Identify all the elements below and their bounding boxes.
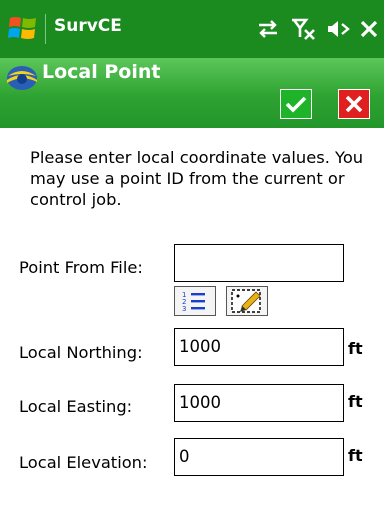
windows-logo-icon[interactable]	[8, 13, 38, 43]
local-easting-label: Local Easting:	[19, 397, 133, 416]
point-list-button[interactable]: 1 2 3	[174, 286, 216, 316]
status-separator	[45, 14, 46, 44]
status-bar: SurvCE	[0, 0, 384, 58]
local-elevation-unit: ft	[348, 446, 363, 465]
cancel-button[interactable]	[338, 89, 370, 119]
point-from-file-label: Point From File:	[19, 258, 143, 277]
dialog-title: Local Point	[42, 61, 161, 83]
sync-arrows-icon[interactable]	[256, 18, 280, 40]
no-signal-icon[interactable]	[290, 17, 316, 41]
map-pick-icon	[231, 289, 261, 313]
map-pick-button[interactable]	[226, 286, 268, 316]
local-northing-input[interactable]: 1000	[174, 328, 344, 366]
volume-muted-icon[interactable]	[326, 18, 350, 40]
close-icon[interactable]	[360, 20, 378, 38]
app-title[interactable]: SurvCE	[54, 16, 122, 36]
checkmark-icon	[285, 96, 307, 113]
x-icon	[345, 95, 363, 113]
local-northing-label: Local Northing:	[19, 343, 143, 362]
dialog-header: Local Point	[0, 58, 384, 128]
survey-app-icon	[7, 66, 37, 90]
local-easting-unit: ft	[348, 392, 363, 411]
local-easting-input[interactable]: 1000	[174, 384, 344, 422]
local-elevation-label: Local Elevation:	[19, 453, 148, 472]
svg-text:3: 3	[182, 305, 186, 313]
ok-button[interactable]	[280, 89, 312, 119]
instructions-text: Please enter local coordinate values. Yo…	[30, 148, 364, 209]
point-from-file-input[interactable]	[174, 244, 344, 282]
local-northing-unit: ft	[348, 339, 363, 358]
point-list-icon: 1 2 3	[182, 291, 205, 313]
local-elevation-input[interactable]: 0	[174, 438, 344, 476]
status-icons	[256, 13, 378, 45]
